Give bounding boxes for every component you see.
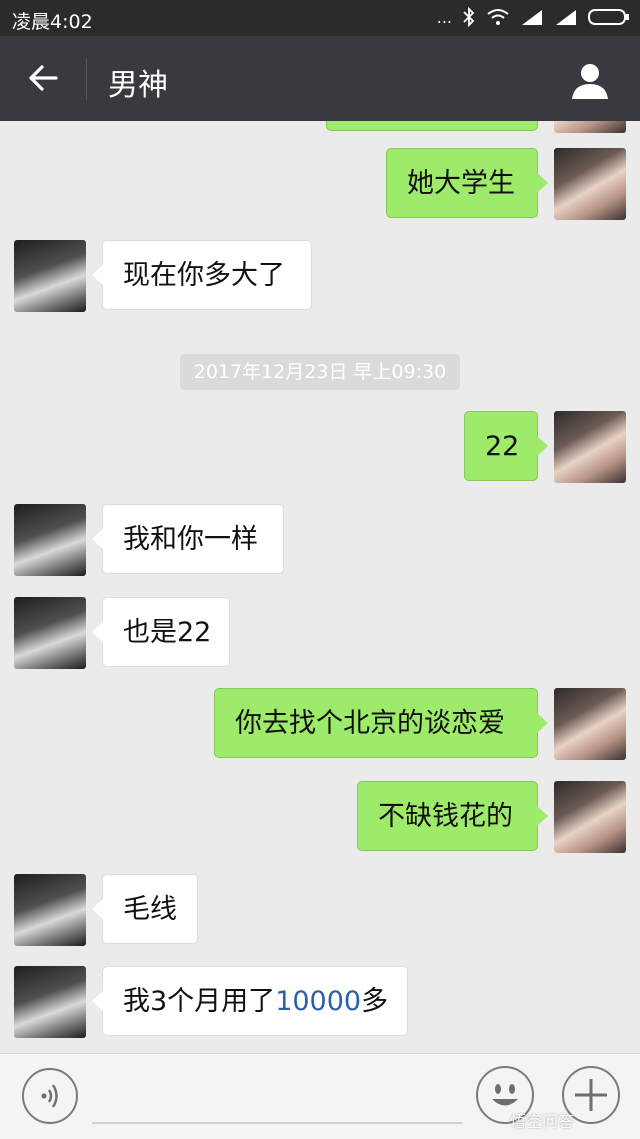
status-icons: ... bbox=[437, 7, 630, 27]
back-arrow-icon[interactable] bbox=[26, 60, 62, 96]
avatar-contact[interactable] bbox=[14, 966, 86, 1038]
message-bubble-sent[interactable]: 不缺钱花的 bbox=[357, 781, 548, 851]
message-text: 你去找个北京的谈恋爱 bbox=[235, 708, 505, 739]
message-text: 她大学生 bbox=[407, 168, 515, 199]
chat-area[interactable]: 她大学生 现在你多大了 2017年12月23日 早上09:30 22 我和你一样… bbox=[0, 121, 640, 1053]
avatar-self[interactable] bbox=[554, 688, 626, 760]
message-bubble-received[interactable]: 也是22 bbox=[92, 597, 230, 667]
profile-icon[interactable] bbox=[570, 60, 610, 100]
more-dots-icon: ... bbox=[436, 7, 452, 27]
avatar-self[interactable] bbox=[554, 411, 626, 483]
message-text: 我和你一样 bbox=[123, 524, 258, 555]
wifi-icon bbox=[487, 9, 509, 25]
message-bubble-received[interactable]: 现在你多大了 bbox=[92, 240, 312, 310]
status-bar: 凌晨4:02 ... bbox=[0, 0, 640, 36]
message-bubble-sent[interactable]: 她大学生 bbox=[386, 148, 548, 218]
message-timestamp: 2017年12月23日 早上09:30 bbox=[180, 354, 460, 390]
message-text-part: 我3个月用了 bbox=[123, 986, 276, 1017]
avatar-contact[interactable] bbox=[14, 874, 86, 946]
message-text-part: 多 bbox=[361, 986, 389, 1017]
status-time: 凌晨4:02 bbox=[12, 11, 93, 33]
partial-message-bubble[interactable] bbox=[326, 121, 538, 131]
message-bubble-received[interactable]: 毛线 bbox=[92, 874, 198, 944]
message-text: 22 bbox=[485, 431, 520, 462]
battery-icon bbox=[588, 9, 629, 25]
avatar-contact[interactable] bbox=[14, 504, 86, 576]
signal-icon-2 bbox=[556, 10, 576, 25]
message-text: 不缺钱花的 bbox=[378, 801, 513, 832]
message-link-number[interactable]: 10000 bbox=[275, 986, 361, 1017]
message-bubble-received[interactable]: 我和你一样 bbox=[92, 504, 284, 574]
voice-icon bbox=[41, 1084, 58, 1108]
signal-icon bbox=[522, 10, 542, 25]
message-bubble-sent[interactable]: 你去找个北京的谈恋爱 bbox=[214, 688, 548, 758]
avatar-self[interactable] bbox=[554, 121, 626, 133]
message-bubble-received[interactable]: 我3个月用了10000多 bbox=[92, 966, 408, 1036]
avatar-self[interactable] bbox=[554, 781, 626, 853]
bluetooth-icon bbox=[463, 7, 475, 27]
chat-title: 男神 bbox=[108, 68, 168, 103]
message-text: 毛线 bbox=[123, 894, 177, 925]
voice-input-button[interactable] bbox=[22, 1068, 78, 1124]
avatar-contact[interactable] bbox=[14, 597, 86, 669]
avatar-contact[interactable] bbox=[14, 240, 86, 312]
watermark: 悟空问答 bbox=[510, 1112, 575, 1131]
title-bar: 男神 bbox=[0, 36, 640, 121]
avatar-self[interactable] bbox=[554, 148, 626, 220]
title-divider bbox=[86, 58, 87, 100]
message-text: 现在你多大了 bbox=[123, 260, 285, 291]
message-bubble-sent[interactable]: 22 bbox=[464, 411, 548, 481]
message-input-field[interactable] bbox=[92, 1122, 462, 1124]
message-text: 也是22 bbox=[123, 617, 212, 648]
